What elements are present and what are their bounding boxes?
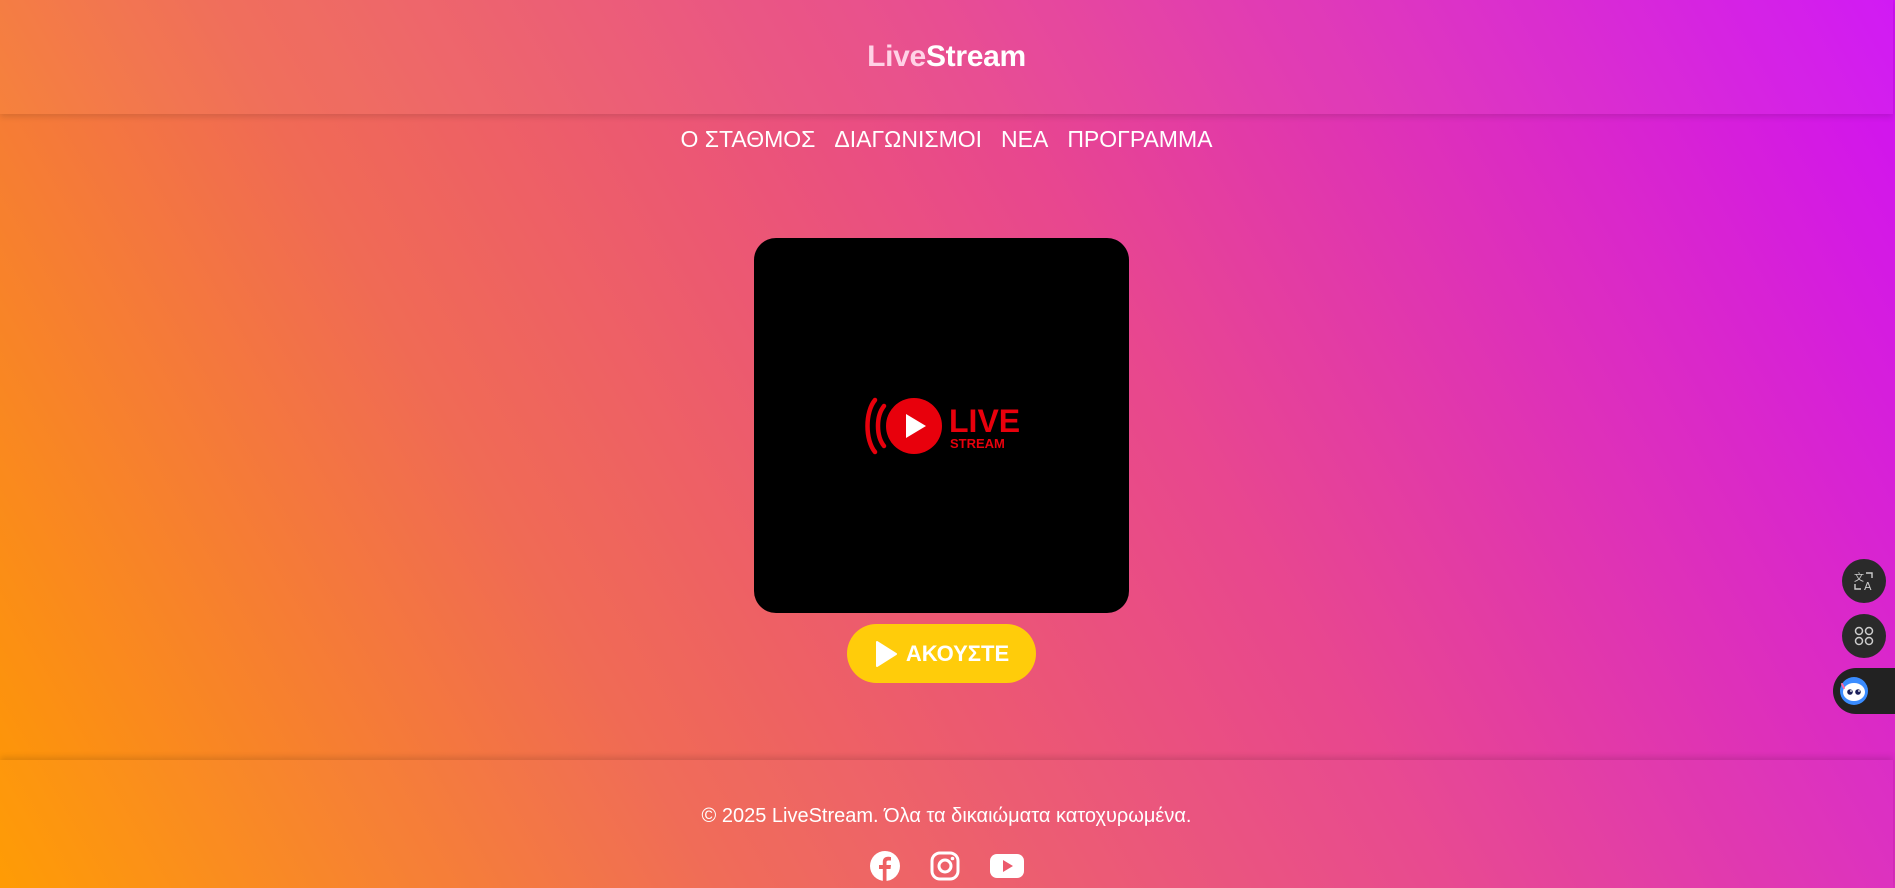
stream-player-artwork: LIVE STREAM xyxy=(754,238,1129,613)
apps-grid-icon xyxy=(1854,626,1874,646)
main-nav: Ο ΣΤΑΘΜΟΣ ΔΙΑΓΩΝΙΣΜΟΙ ΝΕΑ ΠΡΟΓΡΑΜΜΑ xyxy=(0,118,1893,160)
assistant-avatar-icon xyxy=(1840,677,1868,705)
logo-stream-text: Stream xyxy=(925,40,1026,73)
logo-live-text: Live xyxy=(867,40,926,73)
social-links xyxy=(0,850,1893,882)
facebook-icon[interactable] xyxy=(869,850,901,882)
nav-item-contests[interactable]: ΔΙΑΓΩΝΙΣΜΟΙ xyxy=(834,126,982,153)
site-logo[interactable]: LiveStream xyxy=(867,40,1026,74)
nav-item-schedule[interactable]: ΠΡΟΓΡΑΜΜΑ xyxy=(1067,126,1212,153)
translate-icon: 文 A xyxy=(1854,571,1873,592)
play-icon xyxy=(875,640,897,667)
translate-button[interactable]: 文 A xyxy=(1842,559,1886,603)
live-stream-logo: LIVE STREAM xyxy=(864,397,1020,454)
listen-button[interactable]: ΑΚΟΥΣΤΕ xyxy=(847,624,1036,683)
svg-text:文: 文 xyxy=(1854,571,1864,584)
site-header: LiveStream xyxy=(0,0,1893,114)
svg-text:A: A xyxy=(1864,580,1872,592)
logo-stream-word: STREAM xyxy=(950,436,1005,451)
youtube-icon[interactable] xyxy=(989,850,1025,882)
nav-item-news[interactable]: ΝΕΑ xyxy=(1001,126,1048,153)
instagram-icon[interactable] xyxy=(929,850,961,882)
listen-button-label: ΑΚΟΥΣΤΕ xyxy=(905,640,1010,666)
logo-live-word: LIVE xyxy=(949,403,1020,439)
apps-grid-button[interactable] xyxy=(1842,614,1886,658)
copyright-text: © 2025 LiveStream. Όλα τα δικαιώματα κατ… xyxy=(701,805,1192,827)
nav-item-station[interactable]: Ο ΣΤΑΘΜΟΣ xyxy=(681,126,816,153)
assistant-widget[interactable] xyxy=(1833,668,1895,714)
